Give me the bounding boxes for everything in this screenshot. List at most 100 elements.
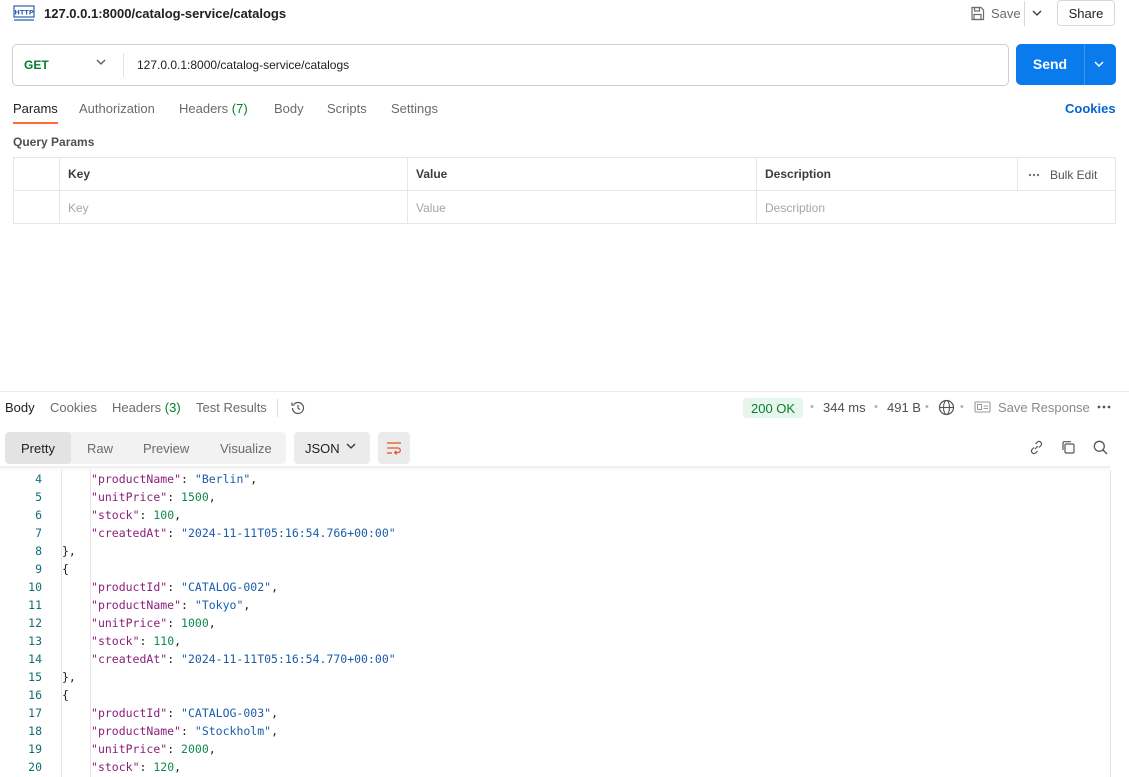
send-button[interactable]: Send [1016, 44, 1116, 85]
line-number: 16 [28, 688, 42, 702]
query-params-table: Key Value Description Bulk Edit Key Valu… [13, 157, 1116, 224]
link-icon[interactable] [1028, 439, 1045, 456]
chevron-down-icon [1032, 10, 1042, 16]
code-punctuation: }, [62, 670, 76, 684]
tab-params[interactable]: Params [13, 101, 58, 124]
json-value: 100 [153, 508, 175, 522]
view-preview[interactable]: Preview [143, 432, 189, 464]
json-key: productId [97, 580, 161, 594]
response-tab-cookies[interactable]: Cookies [50, 400, 97, 415]
json-key: productName [97, 724, 175, 738]
save-options-button[interactable] [1027, 2, 1047, 24]
response-tab-headers[interactable]: Headers (3) [112, 400, 181, 415]
search-icon[interactable] [1092, 439, 1109, 456]
chevron-down-icon[interactable] [96, 59, 106, 65]
json-key: createdAt [97, 526, 161, 540]
code-content: { [62, 562, 69, 576]
code-content: "productId": "CATALOG-003", [91, 706, 278, 720]
json-value: "2024-11-11T05:16:54.766+00:00" [181, 526, 396, 540]
json-value: "CATALOG-002" [181, 580, 272, 594]
json-key: stock [97, 634, 133, 648]
column-value: Value [407, 158, 756, 190]
json-value: "CATALOG-003" [181, 706, 272, 720]
url-input[interactable]: 127.0.0.1:8000/catalog-service/catalogs [137, 58, 349, 72]
globe-icon[interactable] [938, 399, 955, 416]
line-number: 8 [35, 544, 42, 558]
response-body-viewer[interactable]: 4 "productName": "Berlin", 5 "unitPrice": 1… [0, 470, 1110, 777]
line-number: 4 [35, 472, 42, 486]
response-time[interactable]: 344 ms [823, 400, 866, 415]
json-value: "Berlin" [194, 472, 251, 486]
wrap-lines-button[interactable] [378, 432, 410, 464]
json-key: stock [97, 760, 133, 774]
code-line: 15}, [0, 670, 1100, 688]
save-button[interactable]: Save [962, 0, 1029, 26]
tab-scripts[interactable]: Scripts [327, 101, 367, 116]
code-content: }, [62, 544, 76, 558]
code-line: 11 "productName": "Tokyo", [0, 598, 1100, 616]
code-content: "createdAt": "2024-11-11T05:16:54.770+00… [91, 652, 396, 666]
share-button[interactable]: Share [1057, 0, 1115, 26]
value-input[interactable]: Value [407, 191, 756, 224]
response-tab-body[interactable]: Body [5, 400, 35, 415]
save-label: Save [991, 5, 1021, 21]
code-content: "stock": 110, [91, 634, 182, 648]
url-divider [123, 53, 124, 77]
code-content: "productName": "Berlin", [91, 472, 258, 486]
copy-icon[interactable] [1060, 439, 1077, 456]
json-value: "2024-11-11T05:16:54.770+00:00" [181, 652, 396, 666]
code-punctuation: { [62, 688, 69, 702]
code-content: }, [62, 670, 76, 684]
view-visualize[interactable]: Visualize [220, 432, 272, 464]
code-content: "createdAt": "2024-11-11T05:16:54.766+00… [91, 526, 396, 540]
code-content: "productName": "Stockholm", [91, 724, 279, 738]
column-key: Key [59, 158, 407, 190]
view-raw[interactable]: Raw [87, 432, 113, 464]
code-punctuation: }, [62, 544, 76, 558]
query-params-label: Query Params [13, 135, 95, 149]
line-number: 13 [28, 634, 42, 648]
code-punctuation: { [62, 562, 69, 576]
json-key: productId [97, 706, 161, 720]
more-horizontal-icon[interactable] [1096, 399, 1112, 415]
view-pretty[interactable]: Pretty [5, 432, 71, 464]
send-divider [1084, 44, 1085, 85]
line-number: 15 [28, 670, 42, 684]
tab-settings[interactable]: Settings [391, 101, 438, 116]
code-line: 5 "unitPrice": 1500, [0, 490, 1100, 508]
format-label: JSON [305, 440, 340, 456]
scrollbar[interactable] [1110, 470, 1111, 777]
response-divider [0, 391, 1129, 392]
save-response-button[interactable]: Save Response [998, 400, 1090, 415]
bulk-edit-button[interactable]: Bulk Edit [1017, 158, 1115, 191]
code-content: "stock": 100, [91, 508, 182, 522]
cookies-link[interactable]: Cookies [1065, 101, 1116, 116]
save-icon [971, 6, 985, 20]
tab-body[interactable]: Body [274, 101, 304, 116]
response-size[interactable]: 491 B [887, 400, 921, 415]
save-response-icon [974, 401, 991, 413]
tab-headers[interactable]: Headers (7) [179, 101, 248, 116]
response-tab-test-results[interactable]: Test Results [196, 400, 267, 415]
description-input[interactable]: Description [756, 191, 1115, 224]
json-value: 110 [153, 634, 175, 648]
line-number: 17 [28, 706, 42, 720]
status-badge[interactable]: 200 OK [743, 398, 804, 418]
code-line: 16 { [0, 688, 1100, 706]
format-select[interactable]: JSON [294, 432, 370, 464]
json-value: 120 [153, 760, 175, 774]
tab-authorization[interactable]: Authorization [79, 101, 155, 116]
key-input[interactable]: Key [59, 191, 407, 224]
code-line: 10 "productId": "CATALOG-002", [0, 580, 1100, 598]
request-title[interactable]: 127.0.0.1:8000/catalog-service/catalogs [44, 6, 286, 21]
method-select[interactable]: GET [24, 58, 49, 72]
json-value: "Stockholm" [194, 724, 272, 738]
code-line: 6 "stock": 100, [0, 508, 1100, 526]
http-request-icon: HTTP [13, 5, 35, 21]
chevron-down-icon[interactable] [1092, 57, 1106, 71]
line-number: 9 [35, 562, 42, 576]
history-icon[interactable] [290, 400, 306, 416]
column-description: Description [756, 158, 1017, 190]
line-number: 14 [28, 652, 42, 666]
json-key: unitPrice [97, 742, 161, 756]
